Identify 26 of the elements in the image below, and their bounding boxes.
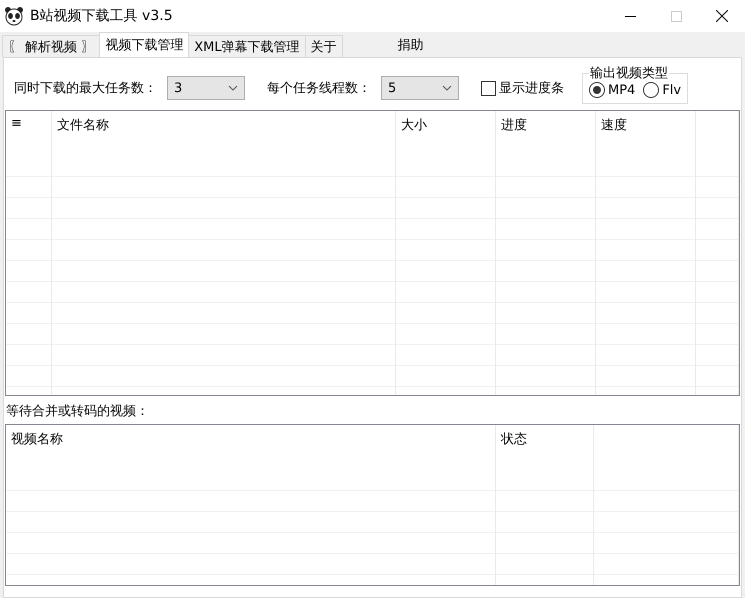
radio-button[interactable]: Flv (643, 82, 682, 98)
tab[interactable]: 〖 解析视频 〗 (2, 35, 100, 57)
close-icon (716, 10, 728, 22)
window-title: B站视频下载工具 v3.5 (30, 7, 174, 25)
maximize-icon (670, 10, 682, 22)
column-header[interactable]: 速度 (596, 111, 696, 156)
chevron-down-icon (442, 85, 452, 91)
donate-link[interactable]: 捐助 (398, 36, 424, 54)
merge-label: 等待合并或转码的视频： (5, 403, 150, 421)
max-tasks-label: 同时下载的最大任务数： (14, 80, 157, 97)
column-header[interactable]: 进度 (496, 111, 596, 156)
tab[interactable]: 关于 (304, 35, 343, 57)
radio-button[interactable]: MP4 (589, 82, 636, 98)
column-header[interactable]: 视频名称 (6, 425, 496, 470)
group-title: 输出视频类型 (589, 65, 669, 82)
column-header[interactable]: 文件名称 (52, 111, 396, 156)
tab[interactable]: 视频下载管理 (99, 32, 190, 57)
show-progress-checkbox[interactable]: 显示进度条 (481, 79, 564, 97)
max-tasks-dropdown[interactable]: 3 (167, 76, 245, 100)
threads-dropdown[interactable]: 5 (381, 76, 459, 100)
threads-label: 每个任务线程数： (267, 80, 371, 97)
panda-icon (4, 6, 24, 26)
chevron-down-icon (228, 85, 238, 91)
column-header[interactable]: 大小 (396, 111, 496, 156)
column-header[interactable]: 状态 (496, 425, 594, 470)
column-header[interactable]: ≡ (6, 111, 52, 156)
